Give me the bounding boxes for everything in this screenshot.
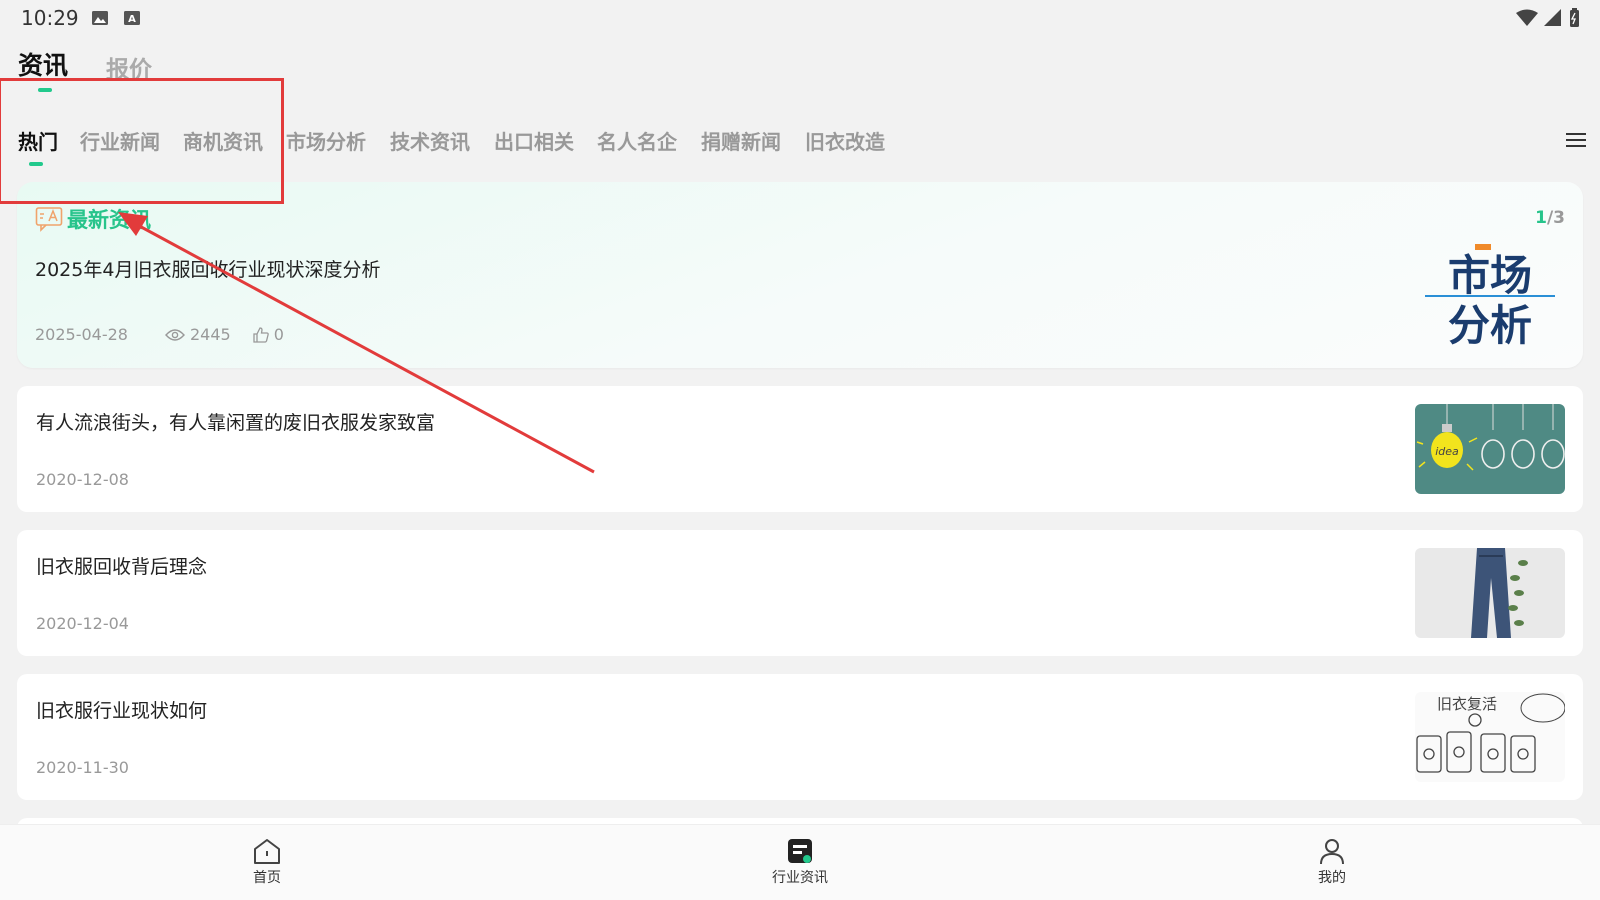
annotation-arrow	[118, 212, 595, 474]
